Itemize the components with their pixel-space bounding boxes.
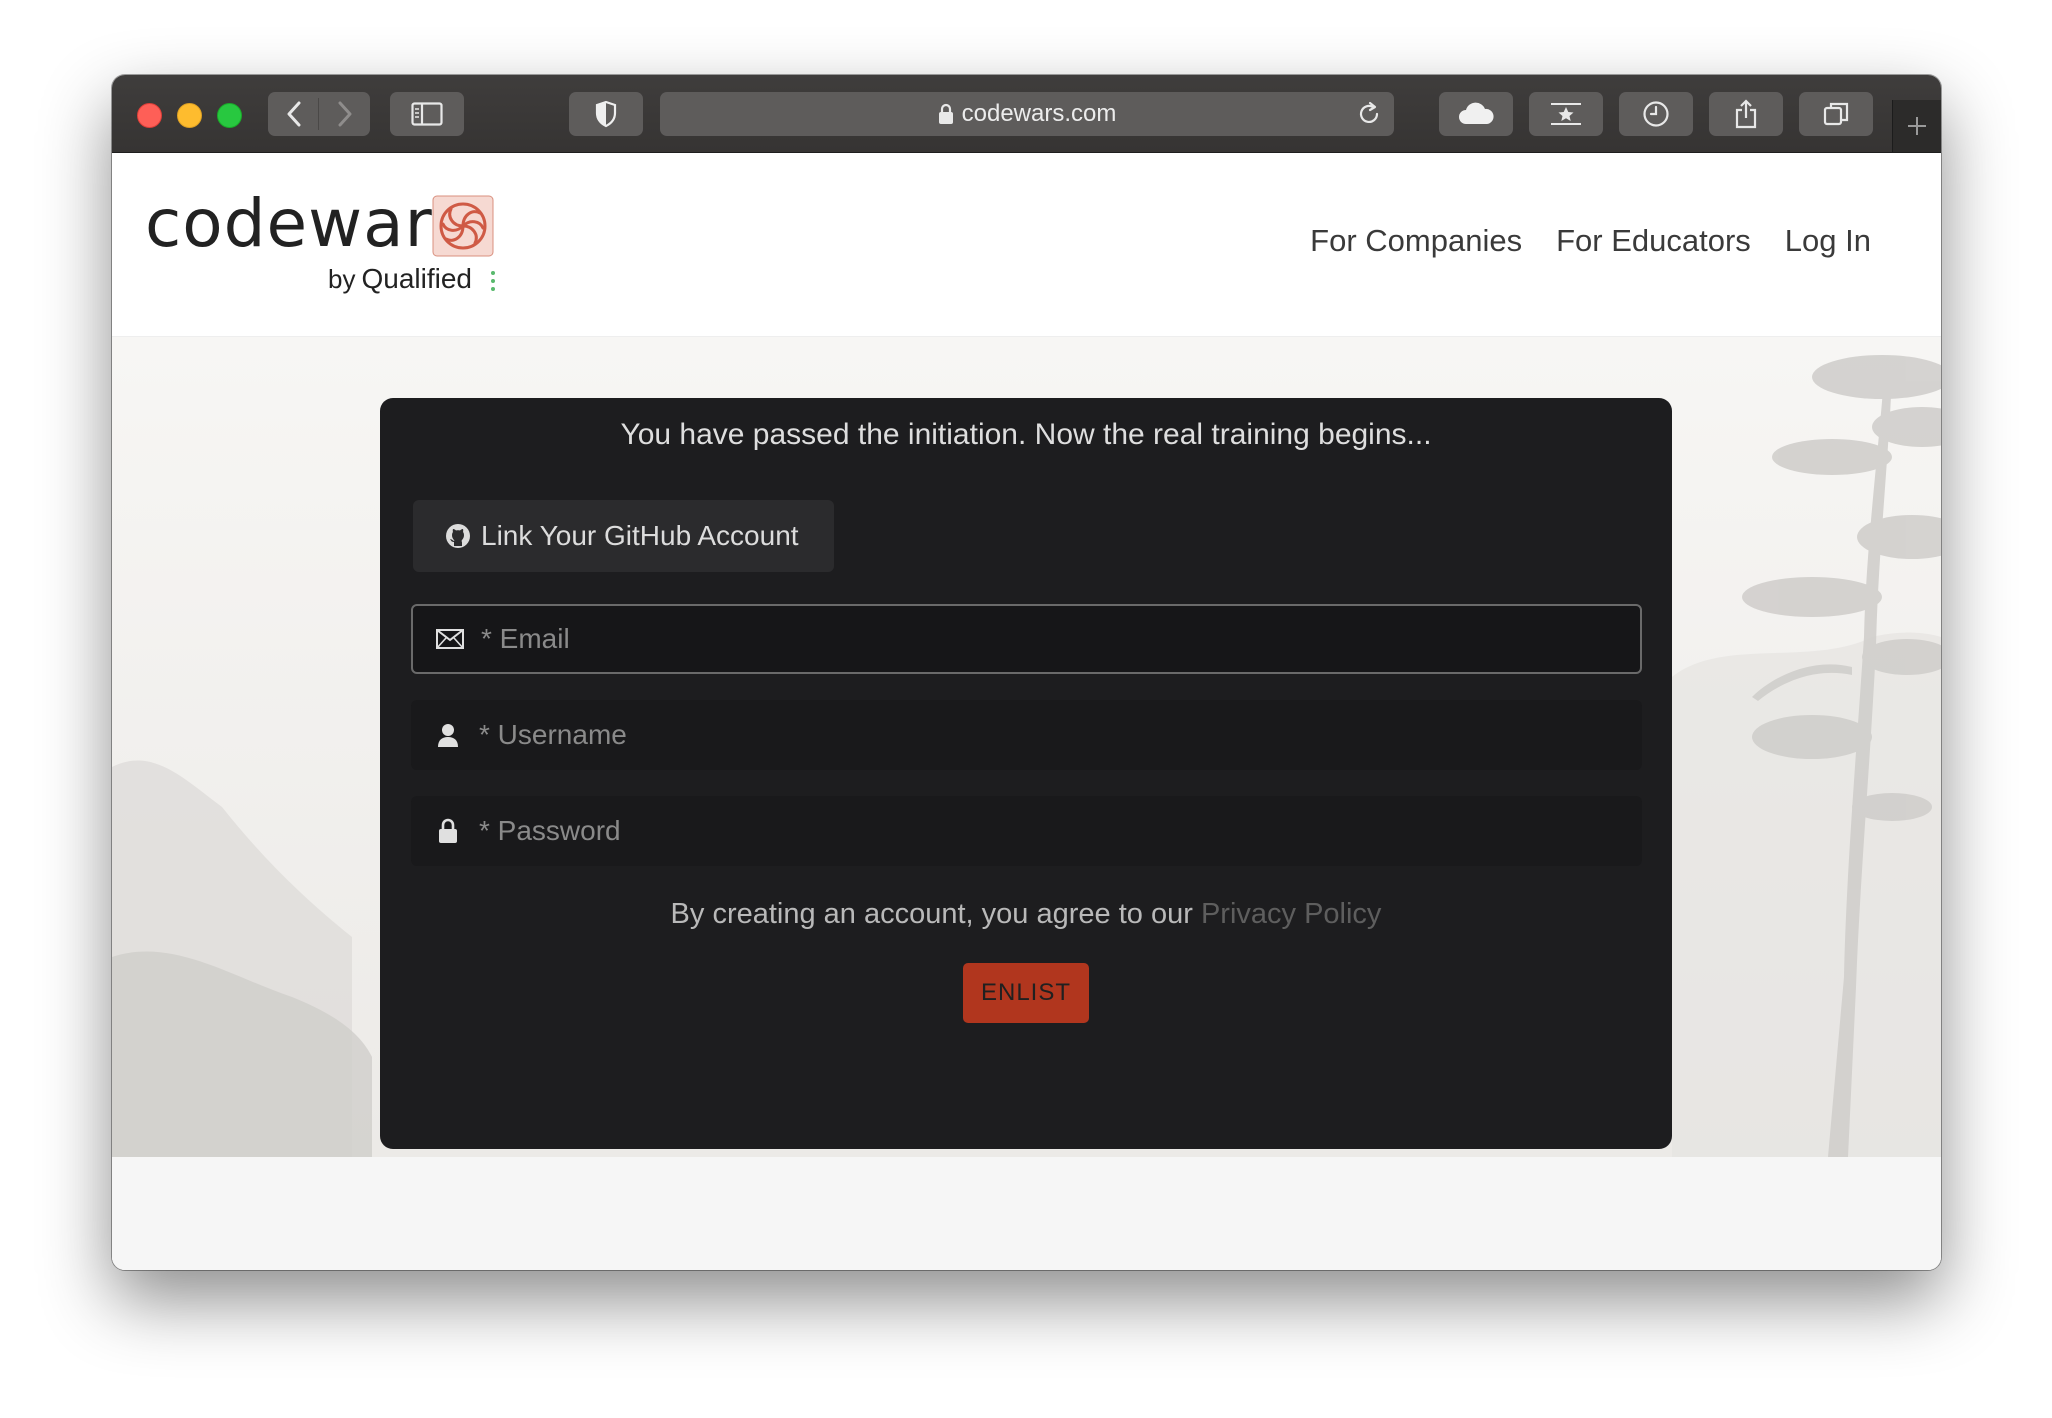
user-icon: [433, 723, 463, 747]
browser-toolbar: codewars.com: [112, 75, 1941, 153]
padlock-icon: [433, 818, 463, 844]
browser-window: codewars.com codewars by Qualified For C…: [112, 75, 1941, 1270]
reload-icon: [1359, 101, 1379, 123]
page-content: codewars by Qualified For Companies For …: [112, 153, 1941, 1270]
qualified-text: Qualified: [361, 263, 472, 294]
codewars-logo-icon[interactable]: [432, 195, 494, 257]
back-button[interactable]: [268, 92, 319, 136]
qualified-dots-icon: [491, 271, 495, 291]
password-input[interactable]: [477, 795, 1642, 867]
chevron-right-icon: [338, 101, 351, 127]
history-button[interactable]: [1619, 92, 1693, 136]
logo-by-text: by: [328, 264, 356, 294]
share-icon: [1735, 99, 1757, 129]
nav-for-companies[interactable]: For Companies: [1310, 223, 1522, 259]
codewars-logo-text[interactable]: codewars: [145, 185, 468, 262]
navigation-buttons: [268, 92, 370, 136]
sidebar-icon: [411, 102, 443, 126]
star-bookmark-icon: [1551, 103, 1581, 125]
github-icon: [445, 523, 471, 549]
forward-button[interactable]: [319, 92, 370, 136]
bookmarks-button[interactable]: [1529, 92, 1603, 136]
close-window-button[interactable]: [137, 103, 162, 128]
reload-button[interactable]: [1356, 101, 1382, 134]
site-header: codewars by Qualified For Companies For …: [112, 153, 1941, 337]
clock-icon: [1643, 101, 1669, 127]
shield-icon: [595, 100, 617, 128]
share-button[interactable]: [1709, 92, 1783, 136]
password-field[interactable]: [411, 795, 1642, 867]
github-button-label: Link Your GitHub Account: [481, 520, 799, 551]
signup-heading: You have passed the initiation. Now the …: [620, 418, 1432, 451]
lock-icon: [938, 103, 953, 124]
enlist-button[interactable]: ENLIST: [963, 963, 1089, 1023]
privacy-policy-link[interactable]: Privacy Policy: [1201, 898, 1382, 930]
username-input[interactable]: [477, 699, 1642, 771]
sidebar-toggle-button[interactable]: [390, 92, 464, 136]
logo-byline: by Qualified: [328, 263, 472, 295]
tabs-icon: [1823, 102, 1849, 126]
top-navigation: For Companies For Educators Log In: [1310, 223, 1871, 259]
plus-icon: [1908, 117, 1926, 135]
chevron-left-icon: [287, 101, 300, 127]
cloud-icon: [1459, 102, 1494, 124]
page-footer-area: [112, 1157, 1941, 1270]
nav-log-in[interactable]: Log In: [1785, 223, 1871, 259]
email-field[interactable]: [411, 604, 1642, 674]
link-github-button[interactable]: Link Your GitHub Account: [413, 500, 834, 572]
email-input[interactable]: [479, 605, 1640, 673]
new-tab-button[interactable]: [1892, 100, 1941, 152]
privacy-shield-button[interactable]: [569, 92, 643, 136]
minimize-window-button[interactable]: [177, 103, 202, 128]
terms-text: By creating an account, you agree to our: [670, 898, 1193, 930]
username-field[interactable]: [411, 699, 1642, 771]
address-bar[interactable]: codewars.com: [660, 92, 1394, 136]
tab-overview-button[interactable]: [1799, 92, 1873, 136]
icloud-tabs-button[interactable]: [1439, 92, 1513, 136]
hero-section: You have passed the initiation. Now the …: [112, 337, 1941, 1157]
url-text: codewars.com: [961, 100, 1117, 127]
terms-notice: By creating an account, you agree to our…: [380, 898, 1672, 931]
nav-for-educators[interactable]: For Educators: [1556, 223, 1751, 259]
maximize-window-button[interactable]: [217, 103, 242, 128]
envelope-icon: [435, 629, 465, 649]
signup-card: You have passed the initiation. Now the …: [380, 398, 1672, 1149]
